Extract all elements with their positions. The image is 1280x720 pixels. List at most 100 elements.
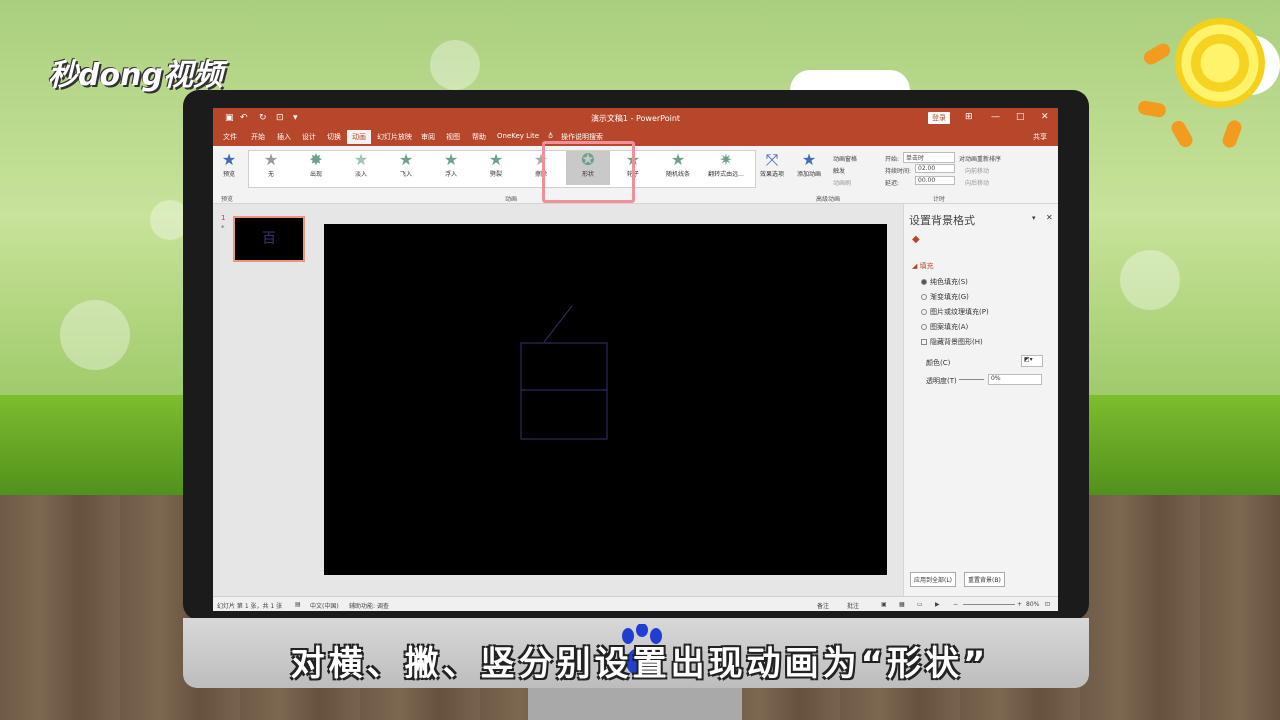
reorder-label: 对动画重新排序 — [959, 156, 1002, 163]
effect-options-button[interactable]: ⤧ 效果选项 — [755, 151, 789, 185]
zoom-level[interactable]: 80% — [1026, 601, 1039, 608]
slide-info: 幻灯片 第 1 张，共 1 张 — [217, 603, 283, 610]
move-later-button[interactable]: 向后移动 — [965, 178, 989, 187]
stroke-drawing — [520, 305, 608, 440]
anim-random-bars[interactable]: ★ 随机线条 — [656, 151, 700, 185]
fill-section-header[interactable]: ◢ 填充 — [912, 261, 934, 271]
ribbon-display-icon[interactable]: ⊞ — [965, 112, 973, 122]
solid-fill-radio[interactable]: 纯色填充(S) — [921, 277, 968, 287]
star-icon: ✷ — [719, 150, 733, 169]
status-bar: 幻灯片 第 1 张，共 1 张 ▤ 中文(中国) 辅助功能: 调查 备注 批注 … — [213, 596, 1058, 611]
trigger-button[interactable]: 触发 — [833, 166, 845, 175]
add-animation-button[interactable]: ★ 添加动画 — [791, 151, 827, 185]
powerpoint-window: ▣ ↶ ↻ ⊡ ▾ 演示文稿1 - PowerPoint 登录 ⊞ — □ ✕ … — [213, 108, 1058, 611]
stroke-box[interactable] — [520, 342, 608, 440]
hide-bg-checkbox[interactable]: 隐藏背景图形(H) — [921, 337, 983, 347]
option-label: 隐藏背景图形(H) — [930, 338, 983, 346]
fill-bucket-icon[interactable]: ◆ — [912, 234, 920, 245]
animation-group-label: 动画 — [505, 196, 518, 203]
tab-animations[interactable]: 动画 — [347, 130, 371, 144]
pattern-fill-radio[interactable]: 图案填充(A) — [921, 322, 968, 332]
sun-ray — [1220, 118, 1244, 150]
normal-view-icon[interactable]: ▣ — [881, 601, 887, 608]
star-icon: ★ — [263, 150, 279, 169]
tab-file[interactable]: 文件 — [223, 132, 237, 142]
transparency-label: 透明度(T) — [926, 377, 957, 385]
option-label: 渐变填充(G) — [930, 293, 969, 301]
accessibility-status[interactable]: 辅助功能: 调查 — [349, 601, 389, 610]
slide-thumbnail[interactable]: 百 — [233, 216, 305, 262]
tab-slideshow[interactable]: 幻灯片放映 — [377, 132, 412, 142]
reset-background-button[interactable]: 重置背景(B) — [964, 572, 1005, 587]
color-picker[interactable]: ◩▾ — [1021, 355, 1043, 367]
slide-number: 1 — [221, 214, 226, 222]
anim-appear[interactable]: ✸ 出现 — [294, 151, 338, 185]
gradient-fill-radio[interactable]: 渐变填充(G) — [921, 292, 969, 302]
panel-options-icon[interactable]: ▾ — [1032, 214, 1036, 222]
anim-float-in[interactable]: ★ 浮入 — [429, 151, 473, 185]
spellcheck-icon[interactable]: ▤ — [295, 601, 301, 608]
fit-slide-icon[interactable]: ⊡ — [1045, 601, 1050, 608]
language-indicator[interactable]: 中文(中国) — [310, 601, 339, 610]
slide-thumbnail-pane: 1 * 百 — [213, 204, 316, 596]
login-button[interactable]: 登录 — [928, 112, 950, 124]
tab-review[interactable]: 审阅 — [421, 132, 435, 142]
bokeh — [430, 40, 480, 90]
slide-canvas[interactable] — [324, 224, 887, 575]
minimize-icon[interactable]: — — [991, 112, 1000, 122]
tab-transitions[interactable]: 切换 — [327, 132, 341, 142]
star-icon: ★ — [670, 150, 686, 169]
tab-view[interactable]: 视图 — [446, 132, 460, 142]
sun-icon — [1175, 18, 1265, 108]
ribbon: ★ 预览 预览 ★ 无 ✸ 出现 ★ 淡入 ★ 飞入 ★ 浮入 ★ 劈裂 ★ 擦除 ✪ 形状 ★… — [213, 146, 1058, 204]
option-label: 图案填充(A) — [930, 323, 969, 331]
anim-none[interactable]: ★ 无 — [249, 151, 293, 185]
star-icon: ★ — [488, 150, 504, 169]
anim-split[interactable]: ★ 劈裂 — [474, 151, 518, 185]
animation-painter-button[interactable]: 动画刷 — [833, 178, 851, 187]
tab-help[interactable]: 帮助 — [472, 132, 486, 142]
stroke-pie[interactable] — [543, 305, 573, 343]
tab-design[interactable]: 设计 — [302, 132, 316, 142]
sun-ray — [1141, 40, 1173, 68]
start-dropdown[interactable]: 单击时 — [903, 152, 955, 163]
anim-fly-in[interactable]: ★ 飞入 — [384, 151, 428, 185]
sun-ray — [1168, 118, 1196, 150]
delay-input[interactable]: 00.00 — [915, 176, 955, 185]
zoom-in-icon[interactable]: + — [1017, 601, 1022, 608]
monitor-stand — [528, 688, 742, 720]
panel-close-icon[interactable]: ✕ — [1046, 213, 1053, 222]
slide-sorter-icon[interactable]: ▦ — [899, 601, 905, 608]
advanced-group-label: 高级动画 — [816, 196, 841, 203]
animation-pane-button[interactable]: 动画窗格 — [833, 154, 857, 163]
zoom-out-icon[interactable]: − — [953, 601, 958, 608]
apply-all-button[interactable]: 应用到全部(L) — [910, 572, 957, 587]
duration-input[interactable]: 02.00 — [915, 164, 955, 173]
format-background-panel: 设置背景格式 ▾ ✕ ◆ ◢ 填充 纯色填充(S) 渐变填充(G) 图片或纹理填… — [903, 204, 1058, 596]
slideshow-icon[interactable]: ▶ — [935, 601, 940, 608]
tab-home[interactable]: 开始 — [251, 132, 265, 142]
radio-icon — [921, 309, 927, 315]
share-button[interactable]: 共享 — [1033, 132, 1047, 142]
maximize-icon[interactable]: □ — [1016, 112, 1025, 122]
move-earlier-button[interactable]: 向前移动 — [965, 166, 989, 175]
option-label: 图片或纹理填充(P) — [930, 308, 989, 316]
reading-view-icon[interactable]: ▭ — [917, 601, 923, 608]
anim-fade[interactable]: ★ 淡入 — [339, 151, 383, 185]
star-icon: ✸ — [309, 150, 323, 169]
transparency-input[interactable]: 0% — [988, 374, 1042, 385]
zoom-slider[interactable] — [963, 604, 1015, 605]
slide-animation-marker: * — [221, 224, 225, 232]
transparency-slider[interactable] — [959, 379, 984, 380]
comments-button[interactable]: 批注 — [847, 601, 859, 610]
picture-fill-radio[interactable]: 图片或纹理填充(P) — [921, 307, 989, 317]
preview-group-label: 预览 — [221, 196, 234, 203]
tab-insert[interactable]: 插入 — [277, 132, 291, 142]
notes-button[interactable]: 备注 — [817, 601, 829, 610]
close-icon[interactable]: ✕ — [1041, 112, 1049, 122]
anim-grow-turn[interactable]: ✷ 翻转式由远... — [701, 151, 751, 185]
start-label: 开始: — [885, 156, 900, 163]
grass — [0, 395, 200, 505]
preview-button[interactable]: ★ 预览 — [213, 151, 245, 185]
tab-onekey-lite[interactable]: OneKey Lite — [497, 132, 539, 140]
